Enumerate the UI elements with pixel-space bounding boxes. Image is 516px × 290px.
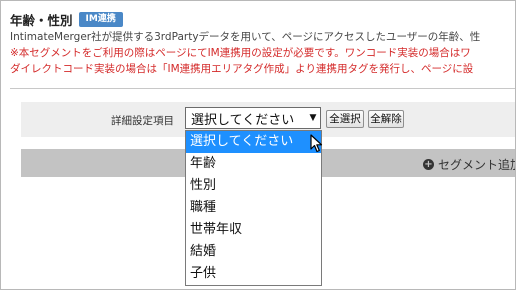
warning-text-line-2: ダイレクトコード実装の場合は「IM連携用エリアタグ作成」より連携用タグを発行し、… — [10, 63, 474, 75]
mouse-pointer-icon — [310, 134, 323, 153]
section-header: 年齢・性別 IM連携 — [10, 10, 123, 28]
plus-circle-icon: + — [423, 159, 434, 170]
section-title: 年齢・性別 — [10, 12, 73, 28]
dropdown-option-age[interactable]: 年齢 — [186, 153, 321, 175]
add-segment-button[interactable]: + セグメント追加 — [423, 156, 516, 173]
section-description: IntimateMerger社が提供する3rdPartyデータを用いて、ページに… — [10, 31, 481, 43]
segment-settings-window: 年齢・性別 IM連携 IntimateMerger社が提供する3rdPartyデ… — [0, 0, 516, 290]
add-segment-label: セグメント追加 — [438, 158, 516, 172]
warning-text-line-1: ※本セグメントをご利用の際はページにてIM連携用の設定が必要です。ワンコード実装… — [10, 47, 471, 59]
dropdown-option-occupation[interactable]: 職種 — [186, 197, 321, 219]
dropdown-option-children[interactable]: 子供 — [186, 263, 321, 285]
im-link-badge: IM連携 — [78, 11, 123, 27]
dropdown-arrow-icon[interactable]: ▼ — [306, 113, 320, 123]
detail-setting-label: 詳細設定項目 — [111, 115, 174, 127]
dropdown-option-household-income[interactable]: 世帯年収 — [186, 219, 321, 241]
dropdown-option-placeholder[interactable]: 選択してください — [186, 131, 321, 153]
section-divider — [10, 88, 515, 89]
select-all-button[interactable]: 全選択 — [326, 110, 364, 128]
select-current-value: 選択してください — [191, 112, 295, 128]
dropdown-option-gender[interactable]: 性別 — [186, 175, 321, 197]
clear-all-button[interactable]: 全解除 — [368, 110, 404, 128]
detail-setting-select[interactable]: 選択してください ▼ — [185, 107, 321, 129]
detail-setting-dropdown-list[interactable]: 選択してください 年齢 性別 職種 世帯年収 結婚 子供 — [185, 130, 322, 286]
dropdown-option-marriage[interactable]: 結婚 — [186, 241, 321, 263]
